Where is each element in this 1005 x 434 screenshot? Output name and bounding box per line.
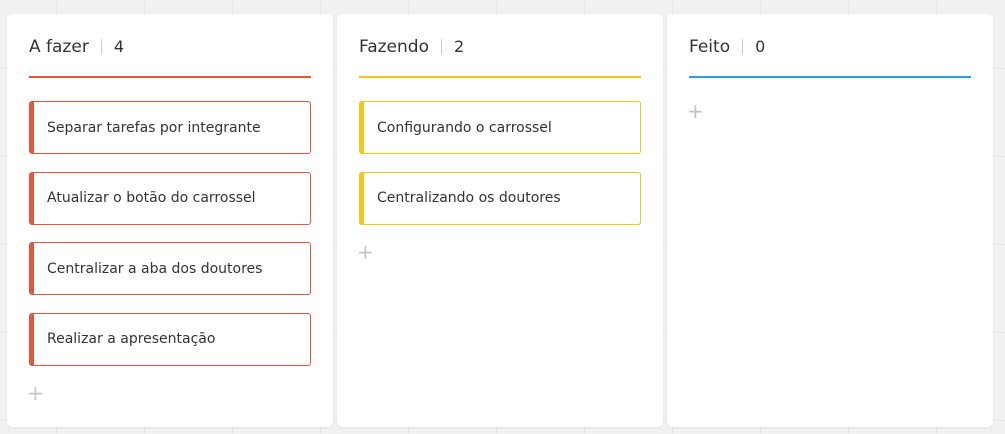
task-card-text: Centralizando os doutores — [377, 190, 561, 206]
card-list: Configurando o carrossel Centralizando o… — [357, 101, 641, 262]
column-title-separator — [440, 39, 442, 55]
column-title[interactable]: Feito — [689, 36, 730, 58]
task-card-text: Separar tarefas por integrante — [47, 119, 261, 136]
column-title-separator — [742, 39, 744, 55]
task-card-text: Centralizar a aba dos doutores — [47, 260, 263, 277]
task-card[interactable]: Configurando o carrossel — [359, 101, 641, 154]
column-card-count: 2 — [453, 37, 465, 56]
column-header: Fazendo 2 — [359, 36, 641, 78]
column-doing: Fazendo 2 Configurando o carrossel Centr… — [337, 14, 663, 427]
column-header: Feito 0 — [689, 36, 971, 78]
add-card-icon[interactable]: + — [687, 101, 707, 121]
task-card[interactable]: Separar tarefas por integrante — [29, 101, 311, 154]
column-title[interactable]: Fazendo — [359, 36, 429, 58]
task-card[interactable]: Realizar a apresentação — [29, 312, 311, 366]
card-list: + — [687, 101, 971, 121]
column-title[interactable]: A fazer — [29, 36, 89, 58]
task-card-text: Configurando o carrossel — [377, 119, 552, 136]
task-card-text: Atualizar o botão do carrossel — [47, 190, 256, 206]
add-card-icon[interactable]: + — [357, 242, 377, 262]
column-title-separator — [100, 39, 102, 55]
column-header: A fazer 4 — [29, 36, 311, 78]
column-done: Feito 0 + — [667, 14, 993, 427]
task-card[interactable]: Centralizar a aba dos doutores — [29, 242, 311, 295]
column-card-count: 4 — [113, 37, 124, 56]
card-list: Separar tarefas por integrante Atualizar… — [27, 101, 311, 403]
column-todo: A fazer 4 Separar tarefas por integrante… — [7, 14, 333, 427]
task-card[interactable]: Atualizar o botão do carrossel — [29, 171, 311, 225]
task-card[interactable]: Centralizando os doutores — [359, 171, 641, 225]
add-card-icon[interactable]: + — [27, 383, 47, 403]
column-card-count: 0 — [755, 37, 766, 56]
task-card-text: Realizar a apresentação — [47, 331, 216, 347]
